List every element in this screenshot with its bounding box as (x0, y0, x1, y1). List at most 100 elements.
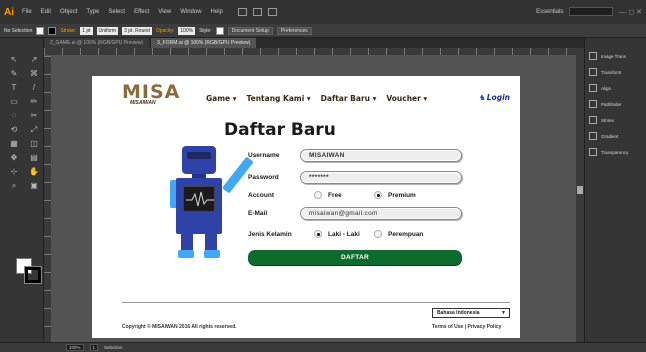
rectangle-tool-icon[interactable]: ▭ (6, 96, 22, 109)
menu-edit[interactable]: Edit (41, 9, 51, 15)
vertical-scrollbar[interactable] (576, 48, 584, 342)
tab-form-document[interactable]: 3_FORM.ai @ 100% (RGB/GPU Preview) (151, 38, 257, 48)
panel-dock: Image Trace Transform Align Pathfinder S… (584, 38, 646, 342)
username-input[interactable]: MISAIWAN (300, 148, 462, 162)
panel-stroke[interactable]: Stroke (585, 114, 646, 126)
window-controls[interactable]: — ◻ ✕ (619, 8, 642, 16)
image-trace-icon (589, 52, 597, 60)
direct-selection-tool-icon[interactable]: ↗ (26, 54, 42, 67)
pencil-tool-icon[interactable]: ✏ (26, 96, 42, 109)
password-row: Password ******* (248, 170, 462, 184)
daftar-submit-button[interactable]: DAFTAR (248, 250, 462, 265)
graphic-style-swatch[interactable] (215, 26, 224, 35)
hand-tool-icon[interactable]: ✋ (26, 166, 42, 179)
opacity-field[interactable]: 100% (178, 26, 196, 35)
menu-select[interactable]: Select (108, 9, 125, 15)
heartbeat-icon (186, 191, 214, 207)
fill-stroke-widget[interactable] (16, 258, 42, 284)
password-label: Password (248, 173, 279, 181)
robot-leg-left (181, 234, 193, 250)
menu-file[interactable]: File (22, 9, 32, 15)
pathfinder-icon (589, 100, 597, 108)
account-premium-radio[interactable]: Premium (374, 191, 416, 199)
canvas[interactable]: MISA MISAIWAN Game ▾ Tentang Kami ▾ Daft… (52, 56, 576, 342)
stroke-weight-field[interactable]: 1 pt (80, 26, 93, 35)
symbol-sprayer-tool-icon[interactable]: ✥ (6, 152, 22, 165)
logo-subtitle: MISAIWAN (130, 100, 156, 106)
stroke-swatch[interactable] (48, 26, 57, 35)
tools-panel: ↖ ↗ ✎ ⌘ T / ▭ ✏ ◌ ✂ ⟲ ⤢ ▦ ◫ ✥ ▤ ⊹ ✋ ⌕ ▣ (0, 38, 44, 342)
email-input[interactable]: misaiwan@gmail.com (300, 206, 462, 220)
menu-window[interactable]: Window (180, 9, 201, 15)
menu-bar: Ai File Edit Object Type Select Effect V… (0, 0, 646, 24)
panel-pathfinder[interactable]: Pathfinder (585, 98, 646, 110)
gender-male-radio[interactable]: Laki - Laki (314, 230, 374, 238)
gender-radio-group: Laki - Laki Perempuan (300, 230, 423, 238)
nav-voucher[interactable]: Voucher ▾ (386, 94, 427, 103)
language-select[interactable]: Bahasa Indonesia ▼ (432, 308, 510, 318)
mesh-tool-icon[interactable]: ▦ (6, 138, 22, 151)
artboard-navigation-field[interactable]: 1 (89, 344, 99, 351)
eraser-tool-icon[interactable]: ◌ (6, 110, 22, 123)
type-tool-icon[interactable]: T (6, 82, 22, 95)
fill-swatch[interactable] (36, 26, 45, 35)
login-label: Login (486, 93, 510, 102)
bridge-icon[interactable] (237, 8, 247, 16)
curvature-tool-icon[interactable]: ⌘ (26, 68, 42, 81)
menu-icon-group (237, 8, 277, 16)
footer-links[interactable]: Terms of Use | Privacy Policy (432, 324, 501, 330)
opacity-label[interactable]: Opacity: (156, 28, 174, 34)
stock-icon[interactable] (252, 8, 262, 16)
screen-mode-icon[interactable]: ▣ (26, 180, 42, 193)
horizontal-ruler (44, 48, 584, 56)
workspace-switcher[interactable]: Essentials (536, 9, 563, 15)
scale-tool-icon[interactable]: ⤢ (26, 124, 42, 137)
artboard-tool-icon[interactable]: ⊹ (6, 166, 22, 179)
panel-align[interactable]: Align (585, 82, 646, 94)
login-link[interactable]: ♞Login (479, 93, 510, 102)
scrollbar-thumb[interactable] (577, 186, 583, 194)
menu-effect[interactable]: Effect (134, 9, 149, 15)
radio-free-icon (314, 191, 322, 199)
user-icon: ♞ (479, 93, 486, 102)
username-row: Username MISAIWAN (248, 148, 462, 162)
account-free-radio[interactable]: Free (314, 191, 374, 199)
document-setup-button[interactable]: Document Setup (227, 26, 273, 35)
arrange-documents-icon[interactable] (267, 8, 277, 16)
gradient-tool-icon[interactable]: ◫ (26, 138, 42, 151)
pen-tool-icon[interactable]: ✎ (6, 68, 22, 81)
panel-transparency[interactable]: Transparency (585, 146, 646, 158)
menu-type[interactable]: Type (86, 9, 99, 15)
preferences-button[interactable]: Preferences (276, 26, 312, 35)
search-input[interactable] (569, 7, 614, 16)
variable-width-profile[interactable]: Uniform (96, 26, 119, 35)
panel-gradient[interactable]: Gradient (585, 130, 646, 142)
panel-transform[interactable]: Transform (585, 66, 646, 78)
panel-align-label: Align (601, 85, 612, 91)
artboard[interactable]: MISA MISAIWAN Game ▾ Tentang Kami ▾ Daft… (92, 76, 520, 338)
account-premium-label: Premium (388, 191, 416, 199)
password-input[interactable]: ******* (300, 170, 462, 184)
scissors-tool-icon[interactable]: ✂ (26, 110, 42, 123)
email-row: E-Mail misaiwan@gmail.com (248, 206, 462, 220)
zoom-level-field[interactable]: 100% (66, 344, 84, 351)
nav-tentang-kami[interactable]: Tentang Kami ▾ (247, 94, 311, 103)
menu-object[interactable]: Object (60, 9, 77, 15)
menu-view[interactable]: View (158, 9, 171, 15)
zoom-tool-icon[interactable]: ⌕ (6, 180, 22, 193)
selection-tool-icon[interactable]: ↖ (6, 54, 22, 67)
gender-female-radio[interactable]: Perempuan (374, 230, 423, 238)
tab-game-document[interactable]: 2_GAME.ai @ 100% (RGB/GPU Preview) (44, 38, 150, 48)
stroke-color-box[interactable] (24, 266, 42, 284)
brush-definition[interactable]: 3 pt. Round (122, 26, 152, 35)
nav-daftar-baru[interactable]: Daftar Baru ▾ (321, 94, 377, 103)
graph-tool-icon[interactable]: ▤ (26, 152, 42, 165)
stroke-label[interactable]: Stroke: (60, 28, 76, 34)
site-logo[interactable]: MISA MISAIWAN (122, 82, 184, 108)
menu-help[interactable]: Help (211, 9, 223, 15)
nav-game[interactable]: Game ▾ (206, 94, 237, 103)
line-tool-icon[interactable]: / (26, 82, 42, 95)
rotate-tool-icon[interactable]: ⟲ (6, 124, 22, 137)
current-tool-status[interactable]: Selection (104, 345, 123, 350)
panel-image-trace[interactable]: Image Trace (585, 50, 646, 62)
